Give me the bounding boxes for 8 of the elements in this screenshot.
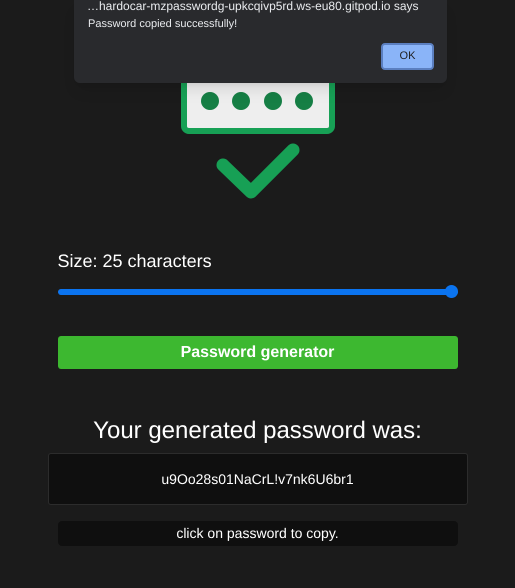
dialog-message: Password copied successfully! xyxy=(88,17,238,32)
password-field[interactable]: u9Oo28s01NaCrL!v7nk6U6br1 xyxy=(48,453,468,505)
size-label: Size: 25 characters xyxy=(58,250,213,273)
ok-button[interactable]: OK xyxy=(381,43,434,70)
copy-hint: click on password to copy. xyxy=(58,521,458,546)
length-slider[interactable] xyxy=(58,285,458,299)
dialog-title: …hardocar-mzpasswordg-upkcqivp5rd.ws-eu80.gitpod.io says xyxy=(87,0,418,15)
result-heading: Your generated password was: xyxy=(93,416,422,446)
